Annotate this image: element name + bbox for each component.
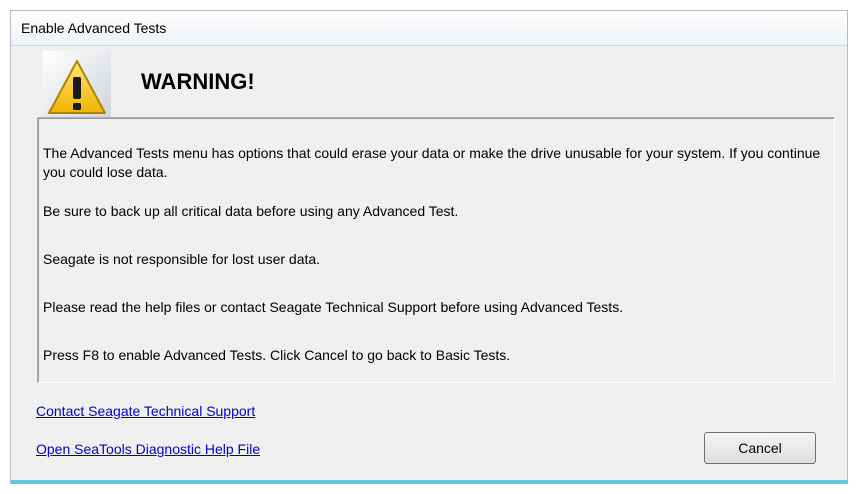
message-line-3: Seagate is not responsible for lost user… [43, 251, 321, 267]
message-line-5: Press F8 to enable Advanced Tests. Click… [43, 347, 511, 363]
warning-heading: WARNING! [141, 69, 255, 94]
warning-icon [43, 51, 111, 119]
open-help-file-link[interactable]: Open SeaTools Diagnostic Help File [36, 441, 260, 457]
cancel-button[interactable]: Cancel [704, 432, 816, 464]
message-line-4: Please read the help files or contact Se… [43, 299, 624, 315]
contact-support-link[interactable]: Contact Seagate Technical Support [36, 403, 255, 419]
window-title: Enable Advanced Tests [21, 20, 167, 36]
message-panel: The Advanced Tests menu has options that… [37, 117, 835, 383]
message-line-2: Be sure to back up all critical data bef… [43, 203, 459, 219]
dialog-window: Enable Advanced Tests WARNING! The Advan… [10, 10, 848, 484]
title-bar[interactable]: Enable Advanced Tests [11, 11, 847, 46]
message-line-1: The Advanced Tests menu has options that… [43, 145, 821, 180]
